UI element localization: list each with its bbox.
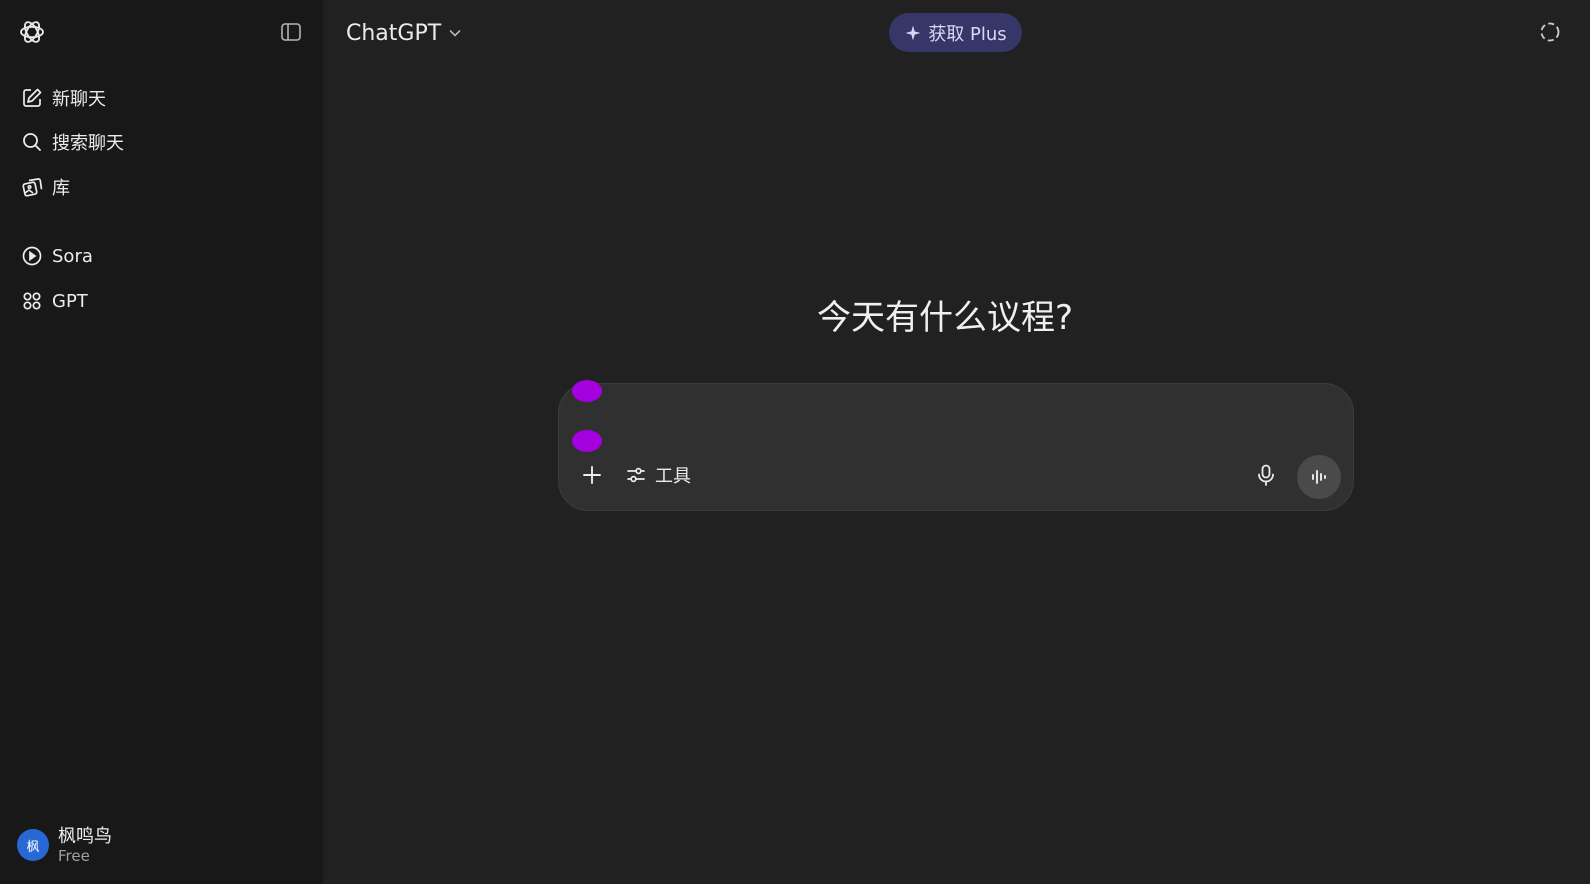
- user-profile[interactable]: 枫 枫鸣鸟 Free: [14, 822, 112, 868]
- tools-button[interactable]: 工具: [625, 462, 691, 488]
- sidebar-item-label: 搜索聊天: [52, 133, 124, 154]
- model-selector[interactable]: ChatGPT: [346, 16, 463, 50]
- cursor-marker: [572, 380, 602, 402]
- openai-logo-icon[interactable]: [18, 18, 46, 46]
- sidebar-item-library[interactable]: 库: [10, 167, 313, 207]
- page-title: 今天有什么议程?: [816, 298, 1074, 338]
- tools-label: 工具: [655, 466, 691, 487]
- dashed-circle-icon[interactable]: [1538, 20, 1562, 44]
- sidebar-item-label: 新聊天: [52, 89, 106, 110]
- get-plus-label: 获取 Plus: [928, 23, 1007, 45]
- microphone-icon[interactable]: [1253, 462, 1279, 488]
- user-name: 枫鸣鸟: [58, 825, 112, 847]
- voice-waveform-icon: [1308, 466, 1330, 488]
- sidebar-item-search-chats[interactable]: 搜索聊天: [10, 122, 313, 162]
- sparkle-icon: [904, 24, 922, 42]
- sidebar-item-sora[interactable]: Sora: [10, 236, 313, 276]
- edit-icon: [20, 86, 44, 110]
- app-window: 新聊天 搜索聊天 库 Sora GPT 枫 枫鸣鸟 Free ChatGPT 获…: [0, 0, 1590, 884]
- sidebar-header: [0, 0, 323, 64]
- sidebar-item-new-chat[interactable]: 新聊天: [10, 78, 313, 118]
- user-plan: Free: [58, 846, 90, 865]
- sidebar-toggle-icon[interactable]: [279, 20, 303, 44]
- cursor-marker: [572, 430, 602, 452]
- chevron-down-icon: [447, 25, 463, 41]
- get-plus-button[interactable]: 获取 Plus: [889, 13, 1022, 52]
- grid-icon: [20, 289, 44, 313]
- voice-mode-button[interactable]: [1297, 455, 1341, 499]
- model-name: ChatGPT: [346, 20, 442, 46]
- sidebar-item-label: 库: [52, 178, 70, 199]
- sidebar-item-label: Sora: [52, 245, 93, 267]
- sidebar: 新聊天 搜索聊天 库 Sora GPT 枫 枫鸣鸟 Free: [0, 0, 323, 884]
- library-icon: [20, 175, 44, 199]
- user-info: 枫鸣鸟 Free: [58, 826, 112, 865]
- avatar: 枫: [17, 829, 49, 861]
- sliders-icon: [625, 464, 647, 486]
- play-circle-icon: [20, 244, 44, 268]
- plus-icon[interactable]: [579, 462, 605, 488]
- search-icon: [20, 130, 44, 154]
- message-composer[interactable]: 工具: [558, 380, 1354, 511]
- sidebar-item-label: GPT: [52, 290, 88, 312]
- sidebar-item-gpt[interactable]: GPT: [10, 281, 313, 321]
